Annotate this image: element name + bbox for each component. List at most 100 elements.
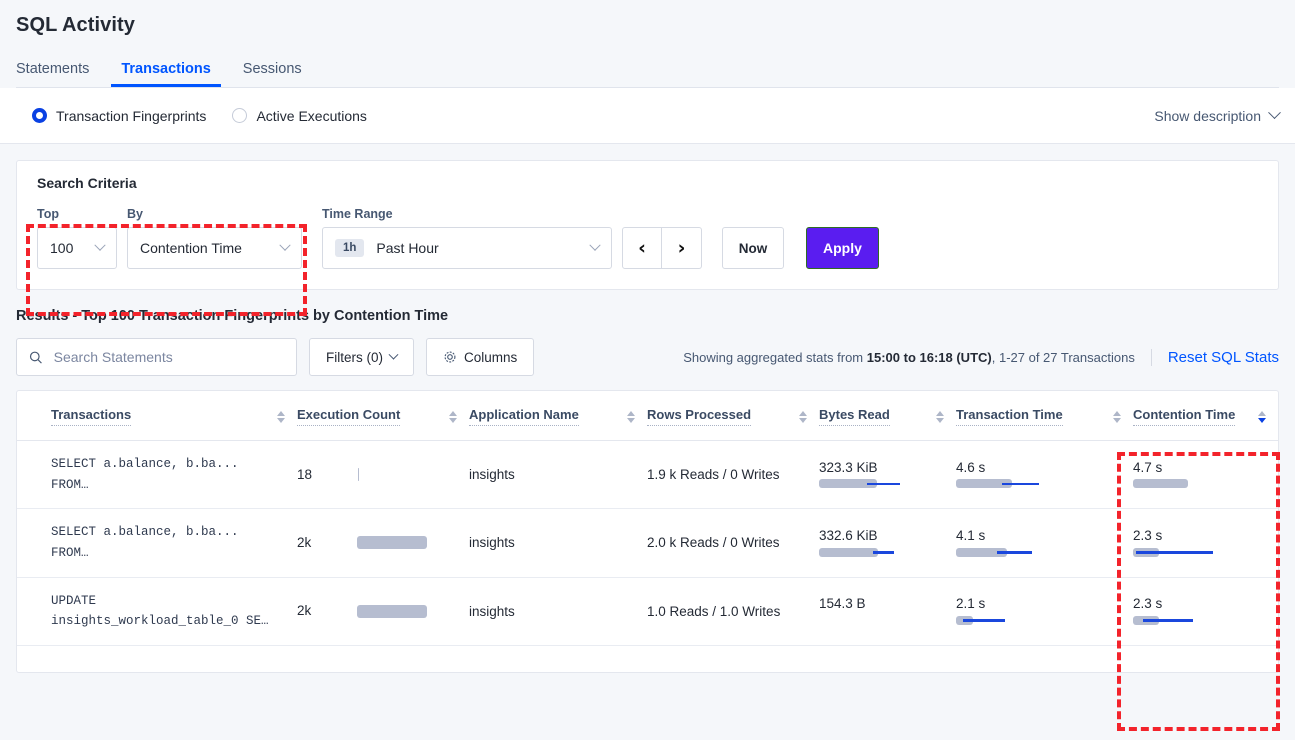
now-button[interactable]: Now (722, 227, 784, 269)
table-header-row: Transactions Execution Count Application… (17, 391, 1278, 441)
metric-bar-range (867, 483, 900, 486)
transactions-table: Transactions Execution Count Application… (16, 390, 1279, 673)
filters-button[interactable]: Filters (0) (309, 338, 414, 376)
by-field: By Contention Time (127, 207, 302, 269)
column-header-execution-count[interactable]: Execution Count (297, 391, 469, 441)
time-range-field-label: Time Range (322, 207, 612, 221)
bytes-read-value: 332.6 KiB (819, 529, 934, 543)
chevron-down-icon (589, 240, 600, 251)
metric-bar (956, 548, 1111, 557)
search-statements-field[interactable] (16, 338, 297, 376)
metric-bar-range (1002, 483, 1039, 486)
by-field-label: By (127, 207, 302, 221)
sort-icon[interactable] (936, 411, 944, 423)
execution-count-bar (357, 536, 427, 549)
rows-processed-value: 1.0 Reads / 1.0 Writes (647, 604, 780, 619)
table-row[interactable]: SELECT a.balance, b.ba... FROM…18 insight… (17, 441, 1278, 509)
transaction-sql[interactable]: SELECT a.balance, b.ba... FROM… (51, 522, 297, 563)
column-header-transactions[interactable]: Transactions (17, 391, 297, 441)
sort-icon[interactable] (449, 411, 457, 423)
contention-time-value: 2.3 s (1133, 597, 1256, 611)
transaction-sql[interactable]: SELECT a.balance, b.ba... FROM… (51, 454, 297, 495)
previous-time-button[interactable]: ‹ (622, 227, 662, 269)
search-input[interactable] (52, 348, 284, 366)
results-title: Results - Top 100 Transaction Fingerprin… (16, 308, 1295, 324)
application-name-value: insights (469, 604, 515, 619)
column-header-label: Bytes Read (819, 407, 890, 426)
metric-bar-range (1136, 551, 1213, 554)
column-header-label: Transaction Time (956, 407, 1063, 426)
tab-statements[interactable]: Statements (16, 62, 99, 88)
execution-count-bar (357, 605, 427, 618)
top-select[interactable]: 100 (37, 227, 117, 269)
time-range-value: Past Hour (376, 240, 438, 256)
sort-icon[interactable] (277, 411, 285, 423)
transaction-time-value: 4.6 s (956, 461, 1111, 475)
column-header-label: Application Name (469, 407, 579, 426)
showing-prefix: Showing aggregated stats from (683, 350, 867, 365)
metric-bar (1133, 479, 1256, 488)
execution-count-bar (358, 468, 359, 481)
search-criteria-panel: Search Criteria Top 100 By Contention Ti… (16, 160, 1279, 290)
transaction-sql[interactable]: UPDATE insights_workload_table_0 SE… (51, 591, 297, 632)
radio-selected-icon (32, 108, 47, 123)
column-header-transaction-time[interactable]: Transaction Time (956, 391, 1133, 441)
transaction-time-value: 4.1 s (956, 529, 1111, 543)
metric-bar-fill (1133, 479, 1188, 488)
sort-icon[interactable] (627, 411, 635, 423)
contention-time-value: 4.7 s (1133, 461, 1256, 475)
metric-bar (956, 479, 1111, 488)
tab-bar: Statements Transactions Sessions (0, 49, 1295, 87)
radio-active-executions-label: Active Executions (256, 108, 367, 124)
metric-bar-range (997, 551, 1032, 554)
chevron-down-icon (94, 240, 105, 251)
show-description-label: Show description (1154, 108, 1261, 124)
column-header-label: Execution Count (297, 407, 400, 426)
next-time-button[interactable]: › (662, 227, 702, 269)
column-header-label: Transactions (51, 407, 131, 426)
radio-unselected-icon (232, 108, 247, 123)
reset-sql-stats-link[interactable]: Reset SQL Stats (1151, 349, 1279, 366)
apply-button[interactable]: Apply (806, 227, 879, 269)
sort-icon-active[interactable] (1258, 411, 1266, 423)
gear-icon (443, 350, 457, 364)
rows-processed-value: 2.0 k Reads / 0 Writes (647, 535, 780, 550)
column-header-label: Rows Processed (647, 407, 751, 426)
column-header-label: Contention Time (1133, 407, 1235, 426)
table-row[interactable]: SELECT a.balance, b.ba... FROM…2kinsight… (17, 509, 1278, 577)
column-header-rows-processed[interactable]: Rows Processed (647, 391, 819, 441)
columns-button[interactable]: Columns (426, 338, 534, 376)
tab-sessions[interactable]: Sessions (233, 62, 312, 88)
metric-bar (1133, 548, 1256, 557)
column-header-application-name[interactable]: Application Name (469, 391, 647, 441)
column-header-contention-time[interactable]: Contention Time (1133, 391, 1278, 441)
metric-bar-range (1143, 619, 1193, 622)
metric-bar (819, 548, 934, 557)
show-description-toggle[interactable]: Show description (1154, 108, 1279, 124)
tab-transactions[interactable]: Transactions (111, 62, 220, 88)
bytes-read-value: 154.3 B (819, 597, 934, 611)
table-row[interactable]: UPDATE insights_workload_table_0 SE…2k in… (17, 577, 1278, 645)
sort-icon[interactable] (799, 411, 807, 423)
time-range-select[interactable]: 1h Past Hour (322, 227, 612, 269)
metric-bar-fill (819, 548, 878, 557)
chevron-down-icon (1268, 106, 1281, 119)
search-criteria-title: Search Criteria (37, 175, 1258, 191)
execution-count-value: 2k (297, 536, 311, 550)
filters-button-label: Filters (0) (326, 350, 383, 365)
execution-count-value: 2k (297, 604, 311, 618)
column-header-bytes-read[interactable]: Bytes Read (819, 391, 956, 441)
showing-time-range: 15:00 to 16:18 (UTC) (867, 350, 992, 365)
radio-transaction-fingerprints[interactable]: Transaction Fingerprints (32, 108, 206, 124)
application-name-value: insights (469, 467, 515, 482)
execution-count-value: 18 (297, 468, 312, 482)
chevron-down-icon (279, 240, 290, 251)
by-select[interactable]: Contention Time (127, 227, 302, 269)
results-summary: Showing aggregated stats from 15:00 to 1… (683, 349, 1279, 366)
metric-bar (819, 479, 934, 488)
radio-active-executions[interactable]: Active Executions (232, 108, 367, 124)
radio-transaction-fingerprints-label: Transaction Fingerprints (56, 108, 206, 124)
bytes-read-value: 323.3 KiB (819, 461, 934, 475)
columns-button-label: Columns (464, 350, 517, 365)
sort-icon[interactable] (1113, 411, 1121, 423)
